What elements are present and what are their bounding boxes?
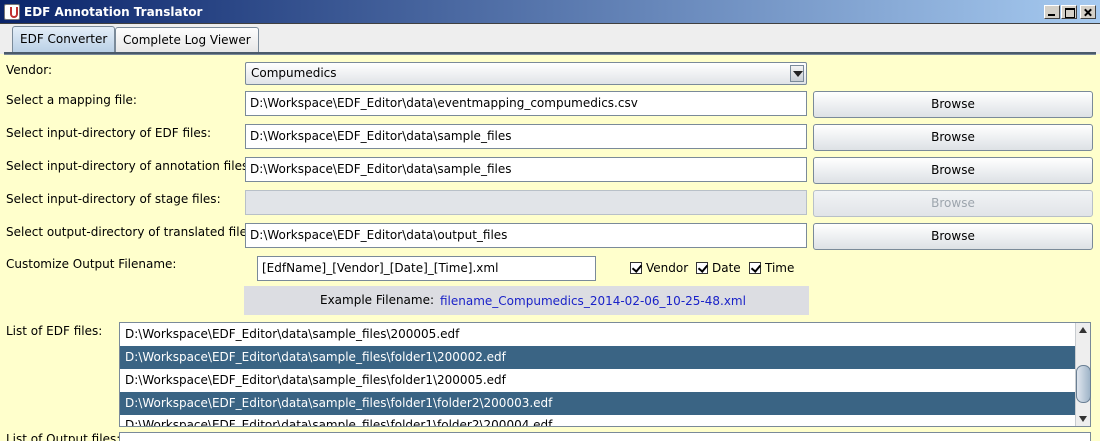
close-button[interactable] bbox=[1080, 5, 1096, 19]
stage-dir-label: Select input-directory of stage files: bbox=[6, 192, 221, 206]
edf-list-label: List of EDF files: bbox=[6, 324, 103, 338]
title-bar: EDF Annotation Translator bbox=[0, 0, 1100, 24]
list-item[interactable]: D:\Workspace\EDF_Editor\data\sample_file… bbox=[120, 346, 1090, 369]
checkbox-checked-icon[interactable] bbox=[630, 262, 642, 274]
vendor-checkbox-label: Vendor bbox=[646, 261, 689, 275]
tab-complete-log-viewer[interactable]: Complete Log Viewer bbox=[115, 27, 259, 53]
window-title: EDF Annotation Translator bbox=[24, 5, 203, 19]
customize-filename-label: Customize Output Filename: bbox=[6, 257, 177, 271]
edf-dir-label: Select input-directory of EDF files: bbox=[6, 126, 212, 140]
vendor-select[interactable]: Compumedics bbox=[245, 62, 807, 85]
maximize-button[interactable] bbox=[1061, 5, 1077, 19]
list-item[interactable]: D:\Workspace\EDF_Editor\data\sample_file… bbox=[120, 414, 1090, 426]
checkbox-checked-icon[interactable] bbox=[696, 262, 708, 274]
time-checkbox[interactable]: Time bbox=[749, 261, 794, 275]
browse-edf-dir-button[interactable]: Browse bbox=[813, 124, 1093, 151]
browse-stage-dir-button: Browse bbox=[813, 190, 1093, 217]
tab-edf-converter[interactable]: EDF Converter bbox=[12, 26, 116, 53]
annotation-dir-label: Select input-directory of annotation fil… bbox=[6, 159, 253, 173]
edf-dir-input[interactable]: D:\Workspace\EDF_Editor\data\sample_file… bbox=[245, 124, 807, 149]
list-item[interactable]: D:\Workspace\EDF_Editor\data\sample_file… bbox=[120, 369, 1090, 392]
java-app-icon bbox=[4, 4, 20, 20]
tab-divider bbox=[4, 52, 1096, 55]
date-checkbox-label: Date bbox=[712, 261, 741, 275]
customize-filename-input[interactable]: [EdfName]_[Vendor]_[Date]_[Time].xml bbox=[257, 256, 596, 281]
example-filename-value: filename_Compumedics_2014-02-06_10-25-48… bbox=[440, 294, 746, 308]
edf-list-scrollbar[interactable] bbox=[1075, 323, 1091, 426]
mapping-file-label: Select a mapping file: bbox=[6, 93, 137, 107]
chevron-down-icon[interactable] bbox=[790, 65, 804, 82]
tab-strip: EDF Converter Complete Log Viewer bbox=[0, 24, 1100, 54]
edf-file-list[interactable]: D:\Workspace\EDF_Editor\data\sample_file… bbox=[119, 322, 1091, 427]
output-dir-input[interactable]: D:\Workspace\EDF_Editor\data\output_file… bbox=[245, 223, 807, 248]
scroll-up-icon[interactable] bbox=[1077, 324, 1090, 337]
browse-output-dir-button[interactable]: Browse bbox=[813, 223, 1093, 250]
scroll-down-icon[interactable] bbox=[1077, 412, 1090, 425]
list-item[interactable]: D:\Workspace\EDF_Editor\data\sample_file… bbox=[120, 392, 1090, 415]
browse-mapping-button[interactable]: Browse bbox=[813, 91, 1093, 118]
vendor-label: Vendor: bbox=[6, 63, 52, 77]
browse-annotation-dir-button[interactable]: Browse bbox=[813, 157, 1093, 184]
annotation-dir-input[interactable]: D:\Workspace\EDF_Editor\data\sample_file… bbox=[245, 157, 807, 182]
example-filename-panel: Example Filename: filename_Compumedics_2… bbox=[244, 286, 809, 315]
time-checkbox-label: Time bbox=[765, 261, 795, 275]
output-list-label: List of Output files: bbox=[6, 432, 121, 441]
output-file-list[interactable] bbox=[119, 432, 1091, 441]
checkbox-checked-icon[interactable] bbox=[749, 262, 761, 274]
example-filename-label: Example Filename: bbox=[320, 293, 435, 307]
list-item[interactable]: D:\Workspace\EDF_Editor\data\sample_file… bbox=[120, 323, 1090, 346]
minimize-button[interactable] bbox=[1044, 5, 1060, 19]
date-checkbox[interactable]: Date bbox=[696, 261, 741, 275]
vendor-checkbox[interactable]: Vendor bbox=[630, 261, 688, 275]
vendor-select-value: Compumedics bbox=[251, 66, 337, 80]
stage-dir-input bbox=[245, 190, 807, 215]
scroll-thumb[interactable] bbox=[1076, 365, 1091, 403]
output-dir-label: Select output-directory of translated fi… bbox=[6, 225, 258, 239]
mapping-file-input[interactable]: D:\Workspace\EDF_Editor\data\eventmappin… bbox=[245, 91, 807, 116]
